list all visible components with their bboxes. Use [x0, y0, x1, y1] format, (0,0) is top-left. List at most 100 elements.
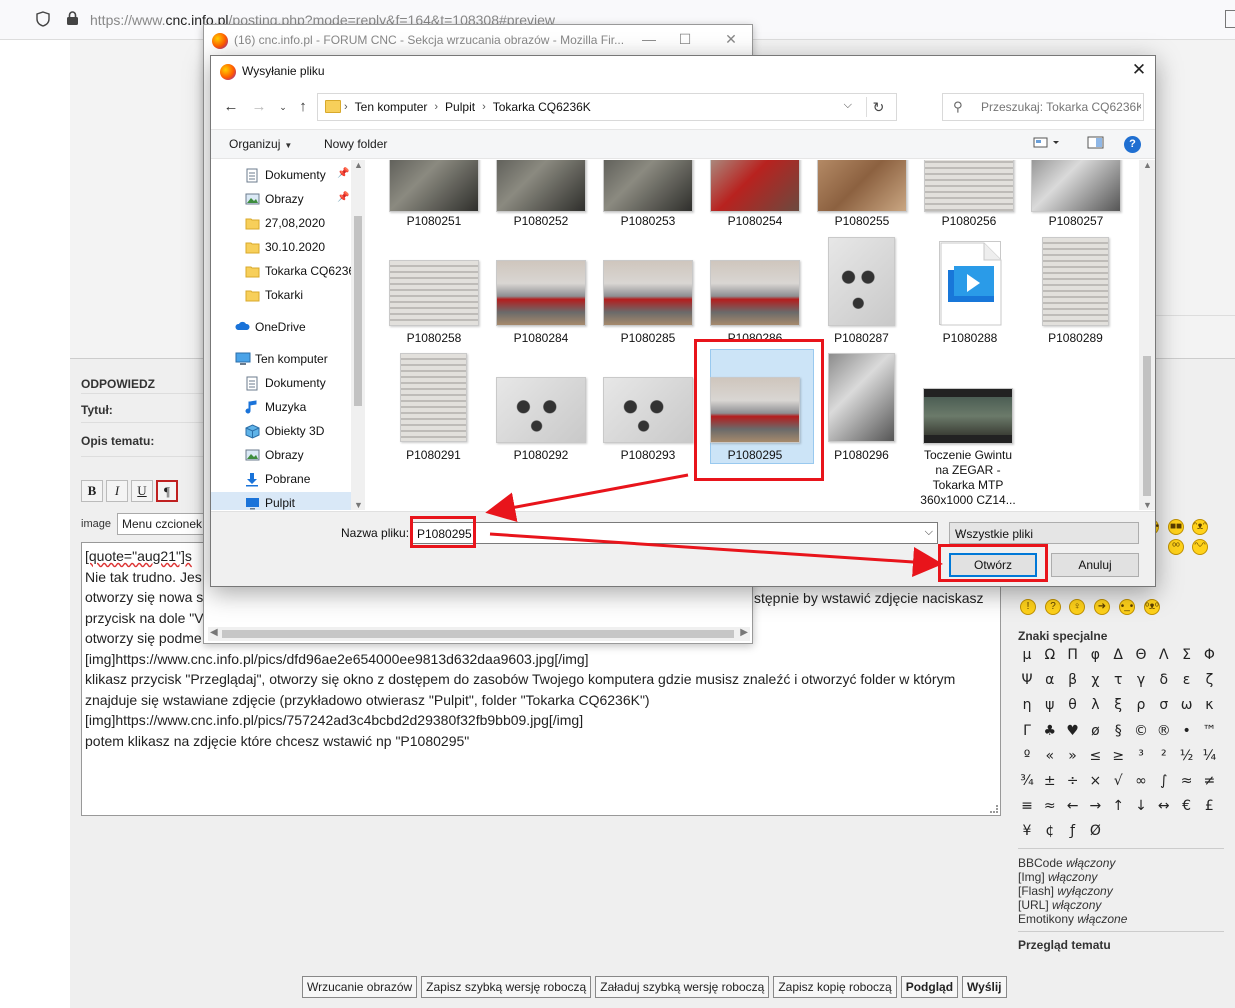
special-char-button[interactable]: Σ — [1176, 644, 1198, 666]
file-tile[interactable]: P1080291 — [369, 160, 469, 510]
nav-item[interactable]: Pobrane — [211, 468, 351, 492]
special-char-button[interactable]: Λ — [1153, 644, 1175, 666]
special-char-button[interactable]: £ — [1198, 795, 1220, 817]
special-char-button[interactable]: η — [1016, 694, 1038, 716]
popup-horizontal-scrollbar[interactable]: ◀ ▶ — [208, 627, 750, 641]
special-char-button[interactable]: ø — [1084, 720, 1106, 742]
save-draft-button[interactable]: Zapisz kopię roboczą — [773, 976, 897, 998]
special-char-button[interactable]: ³ — [1130, 745, 1152, 767]
nav-item[interactable]: Obrazy — [211, 444, 351, 468]
emoticon[interactable]: ♀ — [1069, 599, 1085, 615]
tracking-shield-icon[interactable] — [36, 11, 52, 29]
minimize-icon[interactable]: — — [636, 29, 662, 49]
search-box[interactable]: ⚲ — [942, 93, 1144, 121]
nav-item[interactable]: Obiekty 3D — [211, 420, 351, 444]
file-tile[interactable]: P1080293 — [583, 160, 693, 510]
special-char-button[interactable]: θ — [1062, 694, 1084, 716]
save-quick-draft-button[interactable]: Zapisz szybką wersję roboczą — [421, 976, 592, 998]
up-arrow-icon[interactable]: ↑ — [293, 97, 313, 117]
nav-item[interactable]: Pulpit — [211, 492, 351, 510]
emoticon[interactable]: ᵔᴥᵔ — [1192, 519, 1208, 535]
breadcrumb-item[interactable]: Ten komputer — [355, 100, 428, 114]
emoticon[interactable]: ? — [1045, 599, 1061, 615]
nav-item[interactable]: Ten komputer — [211, 348, 351, 372]
quote-button[interactable]: ¶ — [156, 480, 178, 502]
special-char-button[interactable]: ← — [1062, 795, 1084, 817]
search-input[interactable] — [981, 98, 1141, 116]
underline-button[interactable]: U — [131, 480, 153, 502]
special-char-button[interactable]: Γ — [1016, 720, 1038, 742]
special-char-button[interactable]: ρ — [1130, 694, 1152, 716]
special-char-button[interactable]: φ — [1084, 644, 1106, 666]
emoticon[interactable]: ! — [1020, 599, 1036, 615]
nav-item[interactable]: Dokumenty 📌 — [211, 164, 351, 188]
cancel-button[interactable]: Anuluj — [1051, 553, 1139, 577]
file-tile[interactable]: P1080289 — [1011, 160, 1111, 510]
special-char-button[interactable]: α — [1039, 669, 1061, 691]
special-char-button[interactable]: ≈ — [1176, 770, 1198, 792]
file-tile[interactable]: P1080292 — [476, 160, 586, 510]
special-char-button[interactable]: ½ — [1176, 745, 1198, 767]
special-char-button[interactable]: ♣ — [1039, 720, 1061, 742]
submit-button[interactable]: Wyślij — [962, 976, 1007, 998]
filename-field[interactable]: ⌵ — [410, 522, 938, 544]
special-char-button[interactable]: Θ — [1130, 644, 1152, 666]
breadcrumb-item[interactable]: Pulpit — [445, 100, 475, 114]
recent-locations-icon[interactable]: ⌄ — [273, 97, 293, 117]
special-char-button[interactable]: § — [1107, 720, 1129, 742]
nav-item[interactable]: Tokarki — [211, 284, 351, 308]
preview-button[interactable]: Podgląd — [900, 976, 959, 998]
special-char-button[interactable]: ζ — [1198, 669, 1220, 691]
special-char-button[interactable]: € — [1176, 795, 1198, 817]
special-char-button[interactable]: ↔ — [1153, 795, 1175, 817]
special-char-button[interactable]: κ — [1198, 694, 1220, 716]
special-char-button[interactable]: Δ — [1107, 644, 1129, 666]
special-char-button[interactable]: º — [1016, 745, 1038, 767]
scroll-right-icon[interactable]: ▶ — [740, 627, 748, 638]
special-char-button[interactable]: ψ — [1039, 694, 1061, 716]
nav-item[interactable]: Tokarka CQ6236K — [211, 260, 363, 284]
special-char-button[interactable]: ¼ — [1198, 745, 1220, 767]
scroll-left-icon[interactable]: ◀ — [210, 627, 218, 638]
back-arrow-icon[interactable]: ← — [221, 97, 241, 117]
emoticon[interactable]: •_• — [1119, 599, 1135, 615]
reader-view-icon[interactable] — [1225, 10, 1235, 28]
nav-item[interactable]: Muzyka — [211, 396, 351, 420]
special-char-button[interactable]: ↓ — [1130, 795, 1152, 817]
special-char-button[interactable]: ≤ — [1084, 745, 1106, 767]
special-char-button[interactable]: Π — [1062, 644, 1084, 666]
special-char-button[interactable]: Ψ — [1016, 669, 1038, 691]
special-char-button[interactable]: δ — [1153, 669, 1175, 691]
refresh-icon[interactable]: ↻ — [866, 97, 890, 117]
special-char-button[interactable]: » — [1062, 745, 1084, 767]
special-char-button[interactable]: × — [1084, 770, 1106, 792]
special-char-button[interactable]: χ — [1084, 669, 1106, 691]
special-char-button[interactable]: ε — [1176, 669, 1198, 691]
special-char-button[interactable]: Ω — [1039, 644, 1061, 666]
upload-images-button[interactable]: Wrzucanie obrazów — [302, 976, 418, 998]
topic-review-link[interactable]: Przegląd tematu — [1018, 938, 1111, 952]
file-list-scrollbar[interactable]: ▲ ▼ — [1139, 160, 1155, 510]
breadcrumb-item[interactable]: Tokarka CQ6236K — [493, 100, 591, 114]
special-char-button[interactable]: τ — [1107, 669, 1129, 691]
view-options-icon[interactable] — [1033, 135, 1059, 153]
emoticon[interactable]: ᵒᴥᵒ — [1144, 599, 1160, 615]
special-char-button[interactable]: β — [1062, 669, 1084, 691]
special-char-button[interactable]: • — [1176, 720, 1198, 742]
special-char-button[interactable]: ω — [1176, 694, 1198, 716]
special-char-button[interactable]: ∞ — [1130, 770, 1152, 792]
special-char-button[interactable]: Ø — [1084, 820, 1106, 842]
new-folder-button[interactable]: Nowy folder — [324, 137, 387, 151]
nav-pane-scrollbar[interactable]: ▲ ▼ — [351, 160, 365, 510]
special-char-button[interactable]: √ — [1107, 770, 1129, 792]
lock-icon[interactable] — [66, 11, 80, 27]
close-icon[interactable]: ✕ — [718, 29, 744, 49]
special-char-button[interactable]: ÷ — [1062, 770, 1084, 792]
special-char-button[interactable]: ≥ — [1107, 745, 1129, 767]
emoticon[interactable]: ᵒᵒ — [1168, 539, 1184, 555]
address-bar[interactable]: › Ten komputer › Pulpit › Tokarka CQ6236… — [317, 93, 897, 121]
special-char-button[interactable]: ™ — [1198, 720, 1220, 742]
dialog-close-icon[interactable]: ✕ — [1129, 60, 1149, 80]
organize-menu[interactable]: Organizuj ▼ — [229, 137, 292, 151]
preview-pane-icon[interactable] — [1087, 135, 1107, 153]
